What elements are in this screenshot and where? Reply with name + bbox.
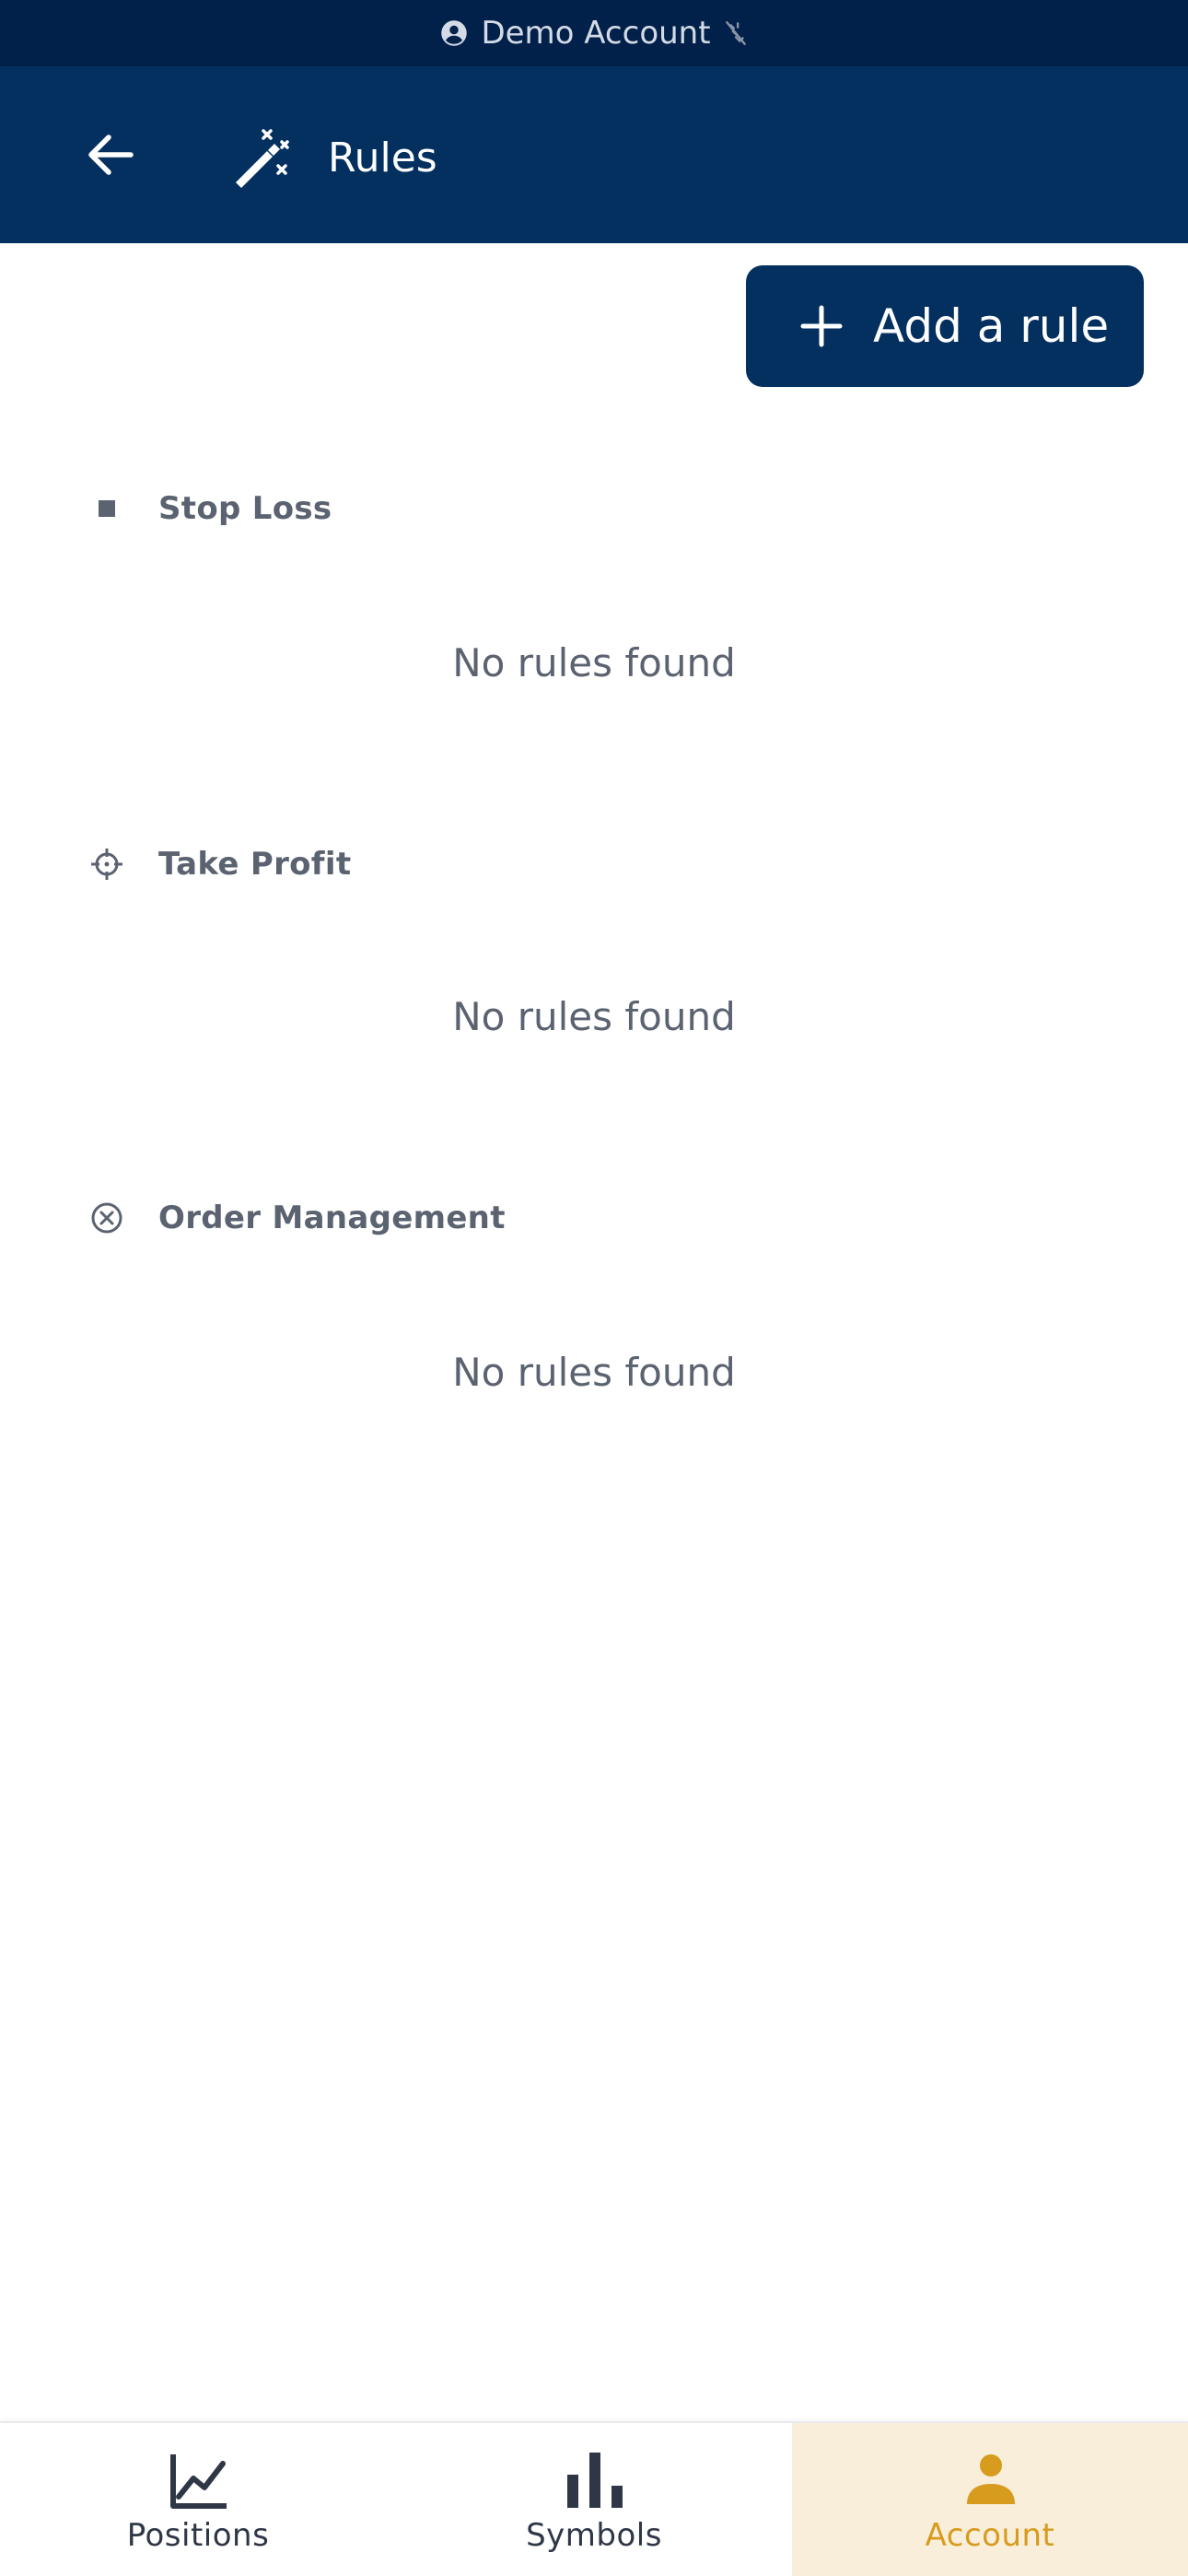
account-label: Demo Account bbox=[481, 15, 711, 52]
person-icon bbox=[967, 2454, 1015, 2504]
empty-state-text: No rules found bbox=[452, 640, 736, 685]
stop-square-icon bbox=[88, 490, 125, 527]
bar-chart-icon bbox=[567, 2453, 623, 2508]
nav-item-positions[interactable]: Positions bbox=[0, 2423, 396, 2576]
section-title: Take Profit bbox=[158, 846, 352, 883]
back-arrow-icon bbox=[88, 135, 134, 175]
nav-item-account[interactable]: Account bbox=[792, 2423, 1188, 2576]
cancel-circle-icon bbox=[88, 1200, 125, 1236]
section-stop-loss-header: Stop Loss bbox=[88, 486, 332, 531]
section-title: Order Management bbox=[158, 1200, 506, 1236]
nav-item-symbols[interactable]: Symbols bbox=[396, 2423, 792, 2576]
back-button[interactable] bbox=[74, 118, 147, 192]
app-header: Rules bbox=[0, 66, 1188, 243]
empty-state-text: No rules found bbox=[452, 1350, 736, 1395]
nav-label: Positions bbox=[126, 2517, 270, 2554]
add-rule-button[interactable]: Add a rule bbox=[746, 265, 1144, 387]
page-title: Rules bbox=[328, 135, 437, 181]
crosshair-icon bbox=[88, 846, 125, 883]
rules-screen: Demo Account Rules Add a rule Stop Loss … bbox=[0, 0, 1188, 2576]
section-take-profit-header: Take Profit bbox=[88, 842, 351, 886]
section-title: Stop Loss bbox=[158, 490, 332, 527]
bottom-navigation: Positions Symbols Account bbox=[0, 2421, 1188, 2576]
plus-icon bbox=[800, 305, 843, 347]
account-circle-icon bbox=[441, 20, 468, 46]
add-rule-label: Add a rule bbox=[873, 299, 1110, 353]
section-order-management-header: Order Management bbox=[88, 1196, 505, 1240]
demo-account-banner: Demo Account bbox=[0, 0, 1188, 66]
nav-label: Account bbox=[925, 2517, 1055, 2554]
magic-wand-icon bbox=[236, 129, 289, 188]
empty-state-text: No rules found bbox=[452, 994, 736, 1039]
line-chart-icon bbox=[170, 2454, 227, 2509]
nav-label: Symbols bbox=[526, 2517, 662, 2554]
link-off-icon bbox=[725, 21, 746, 45]
